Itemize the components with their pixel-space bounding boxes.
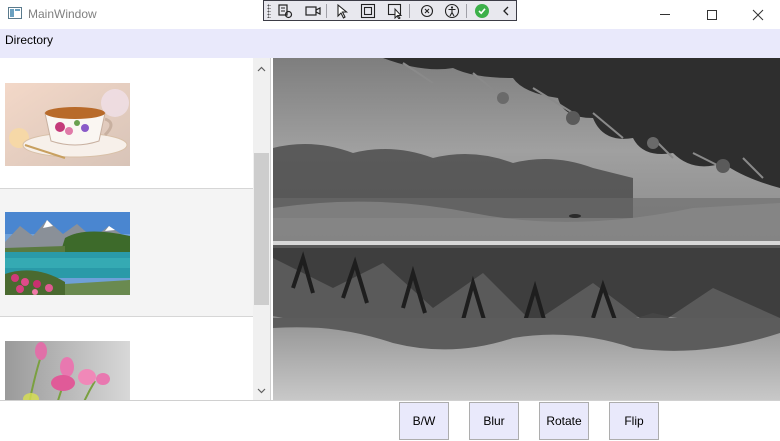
track-focused-element-icon[interactable] [386,2,404,19]
grip-icon[interactable] [267,4,271,18]
list-item[interactable] [0,318,253,400]
display-layout-adorners-icon[interactable] [359,2,377,19]
rotate-button[interactable]: Rotate [539,402,589,440]
menu-item-directory[interactable]: Directory [5,33,53,47]
flipped-grayscale-landscape-image [273,58,780,400]
hot-reload-icon[interactable] [418,2,436,19]
list-scrollbar[interactable] [253,58,270,400]
collapse-chevron-icon[interactable] [497,2,515,19]
close-icon [752,9,764,20]
action-bar: B/W Blur Rotate Flip [0,400,780,441]
window-title: MainWindow [28,7,97,21]
toolbar-separator [326,4,327,18]
select-element-icon[interactable] [334,2,352,19]
pink-tulips-thumbnail [5,341,130,400]
minimize-button[interactable] [642,0,688,29]
minimize-icon [660,14,670,15]
live-visual-tree-icon[interactable] [276,2,294,19]
scroll-thumb[interactable] [254,153,269,305]
list-item[interactable] [0,188,253,317]
menu-bar: Directory [0,29,780,58]
maximize-icon [707,9,717,20]
close-button[interactable] [735,0,780,29]
accessibility-icon[interactable] [443,2,461,19]
teacup-thumbnail [5,83,130,166]
title-bar: MainWindow [0,0,780,29]
blur-button[interactable]: Blur [469,402,519,440]
video-record-icon[interactable] [304,2,322,19]
toolbar-separator [466,4,467,18]
scroll-up-icon[interactable] [253,60,270,77]
xaml-debug-toolbar [263,0,517,21]
image-list[interactable] [0,58,271,400]
scroll-down-icon[interactable] [253,382,270,399]
window-app-icon [8,7,22,19]
maximize-button[interactable] [689,0,735,29]
flip-button[interactable]: Flip [609,402,659,440]
list-item[interactable] [0,58,253,187]
checkmark-icon[interactable] [473,2,491,19]
toolbar-separator [409,4,410,18]
mountain-lake-thumbnail [5,212,130,295]
bw-button[interactable]: B/W [399,402,449,440]
